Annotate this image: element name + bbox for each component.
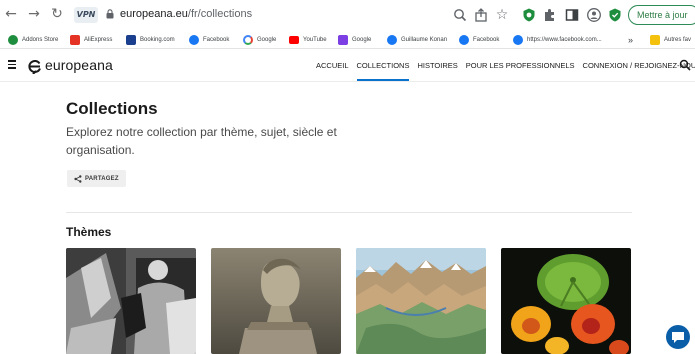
section-divider [66, 212, 632, 213]
site-search-icon[interactable] [679, 59, 691, 71]
bookmark-youtube[interactable]: YouTube [289, 33, 327, 47]
bookmark-label: YouTube [303, 37, 327, 43]
share-page-icon[interactable] [473, 7, 489, 23]
bookmark-google[interactable]: Google [243, 33, 276, 47]
booking-icon [126, 35, 136, 45]
aliexpress-icon [70, 35, 80, 45]
bookmark-booking[interactable]: Booking.com [126, 33, 175, 47]
bookmarks-bar: Addons Store AliExpress Booking.com Face… [0, 30, 695, 49]
lock-icon[interactable] [106, 9, 114, 19]
facebook-icon [387, 35, 397, 45]
bookmark-label: Facebook [203, 37, 230, 43]
update-button[interactable]: Mettre à jour [628, 5, 695, 25]
page-title: Collections [66, 99, 158, 118]
bookmark-aliexpress[interactable]: AliExpress [70, 33, 112, 47]
share-icon [74, 174, 82, 183]
theme-card-photography[interactable] [66, 248, 196, 354]
profile-icon[interactable] [586, 7, 602, 23]
yahoo-icon [338, 35, 348, 45]
url-path: /fr/collections [187, 8, 253, 20]
nav-histoires[interactable]: HISTOIRES [417, 61, 457, 81]
back-arrow-icon[interactable]: ← [3, 6, 19, 22]
addons-store-icon [8, 35, 18, 45]
share-button[interactable]: PARTAGEZ [67, 170, 126, 187]
extensions-puzzle-icon[interactable] [542, 7, 558, 23]
theme-card-nature[interactable] [501, 248, 631, 354]
folder-icon [650, 35, 660, 45]
url-text[interactable]: europeana.eu/fr/collections [120, 8, 252, 20]
bookmark-facebook-2[interactable]: Facebook [459, 33, 499, 47]
bookmark-label: https://www.facebook.com... [527, 37, 602, 43]
bookmark-label: Google [352, 37, 372, 43]
nav-professionnels[interactable]: POUR LES PROFESSIONNELS [466, 61, 575, 81]
theme-card-art[interactable] [211, 248, 341, 354]
bookmarks-overflow-button[interactable]: » [628, 33, 633, 47]
theme-card-maps[interactable] [356, 248, 486, 354]
main-navigation: ACCUEIL COLLECTIONS HISTOIRES POUR LES P… [316, 61, 695, 81]
bookmark-facebook-url[interactable]: https://www.facebook.com... [513, 33, 602, 47]
google-icon [243, 35, 253, 45]
site-header: europeana ACCUEIL COLLECTIONS HISTOIRES … [0, 50, 695, 82]
theme-image-nature [501, 248, 631, 354]
browser-toolbar: ← → ↻ VPN europeana.eu/fr/collections ☆ … [0, 0, 695, 30]
share-label: PARTAGEZ [85, 175, 119, 182]
reload-icon[interactable]: ↻ [49, 6, 65, 22]
bookmark-guillaume-konan[interactable]: Guillaume Konan [387, 33, 447, 47]
page-description: Explorez notre collection par thème, suj… [66, 125, 337, 157]
site-logo-text[interactable]: europeana [45, 57, 113, 73]
bookmark-google-2[interactable]: Google [338, 33, 371, 47]
vpn-badge[interactable]: VPN [74, 7, 98, 23]
nav-collections[interactable]: COLLECTIONS [356, 61, 409, 81]
europeana-logo-icon[interactable] [27, 58, 43, 74]
bookmark-label: AliExpress [84, 37, 113, 43]
menu-icon[interactable] [8, 60, 16, 69]
chat-bubble-icon [672, 332, 684, 343]
bookmark-addons-store[interactable]: Addons Store [8, 33, 58, 47]
theme-image-art [211, 248, 341, 354]
themes-heading: Thèmes [66, 225, 112, 239]
theme-image-maps [356, 248, 486, 354]
facebook-icon [189, 35, 199, 45]
facebook-icon [459, 35, 469, 45]
security-shield-icon[interactable] [607, 7, 623, 23]
search-icon[interactable] [452, 7, 468, 23]
nav-accueil[interactable]: ACCUEIL [316, 61, 349, 81]
bookmark-other-folder[interactable]: Autres fav [650, 33, 691, 47]
extension-shield-icon[interactable] [521, 7, 537, 23]
bookmark-label: Autres fav [664, 37, 692, 43]
url-domain: europeana.eu [120, 8, 188, 20]
bookmark-label: Facebook [473, 37, 500, 43]
bookmark-label: Google [257, 37, 277, 43]
youtube-icon [289, 36, 299, 44]
forward-arrow-icon[interactable]: → [26, 6, 42, 22]
bookmark-label: Guillaume Konan [401, 37, 448, 43]
facebook-icon [513, 35, 523, 45]
bookmark-facebook[interactable]: Facebook [189, 33, 229, 47]
theme-image-photography [66, 248, 196, 354]
chat-button[interactable] [666, 325, 690, 349]
bookmark-label: Booking.com [140, 37, 175, 43]
star-bookmark-icon[interactable]: ☆ [494, 7, 510, 23]
bookmark-label: Addons Store [22, 37, 59, 43]
side-panel-icon[interactable] [564, 7, 580, 23]
